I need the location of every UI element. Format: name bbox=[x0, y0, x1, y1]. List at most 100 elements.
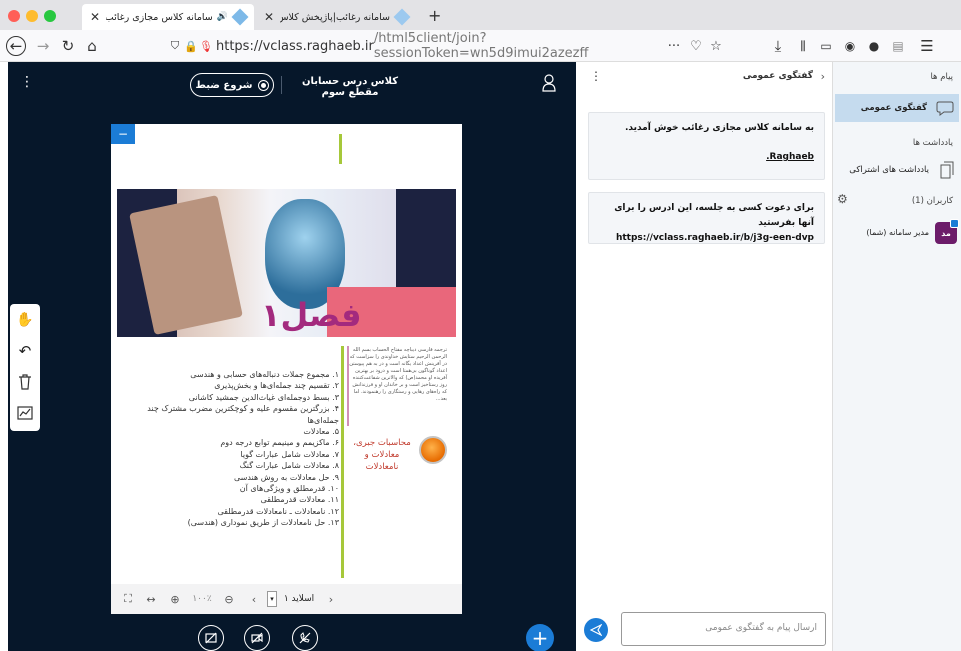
chat-options-icon[interactable]: ⋮ bbox=[590, 69, 602, 83]
zoom-in-button[interactable]: ⊕ bbox=[163, 593, 187, 606]
lock-icon[interactable]: 🔒 bbox=[184, 36, 198, 56]
presenter-badge bbox=[950, 219, 959, 228]
close-tab-icon[interactable]: ✕ bbox=[264, 10, 274, 24]
list-item: ۴. بزرگترین مقسوم علیه و کوچکترین مضرب م… bbox=[147, 404, 339, 425]
divider-line bbox=[341, 346, 344, 578]
hand-tool-icon[interactable]: ✋ bbox=[15, 310, 35, 330]
audio-icon[interactable]: 🔊 bbox=[217, 12, 228, 22]
tab-active[interactable]: 🔊 سامانه کلاس مجازی رغائب - کلاس ✕ bbox=[82, 4, 254, 30]
prev-slide-icon[interactable]: ‹ bbox=[241, 593, 267, 606]
url-path: /html5client/join?sessionToken=wn5d9imui… bbox=[373, 31, 589, 61]
close-window-button[interactable] bbox=[8, 10, 20, 22]
chapter-title: فصل۱ bbox=[261, 296, 362, 334]
record-icon bbox=[257, 79, 269, 91]
list-item: ۱۰. قدرمطلق و ویژگی‌های آن bbox=[239, 484, 339, 494]
multi-user-whiteboard-icon[interactable] bbox=[15, 403, 35, 423]
next-slide-icon[interactable]: › bbox=[321, 593, 341, 606]
messages-heading: پیام ها bbox=[930, 72, 953, 82]
minimize-window-button[interactable] bbox=[26, 10, 38, 22]
welcome-text: به سامانه کلاس مجازی رغائب خوش آمدید. bbox=[624, 123, 814, 133]
sidebar-toggle-icon[interactable]: ▭ bbox=[818, 36, 834, 56]
options-icon[interactable]: ⋮ bbox=[20, 74, 34, 90]
list-item: ۳. بسط دوجمله‌ای غیاث‌الدین جمشید کاشانی bbox=[188, 392, 339, 402]
browser-window: 🔊 سامانه کلاس مجازی رغائب - کلاس ✕ سامان… bbox=[0, 0, 961, 651]
back-icon[interactable]: ← bbox=[6, 36, 26, 56]
slide-number[interactable]: اسلاید ۱ bbox=[277, 594, 321, 604]
zoom-level: ۱۰۰٪ bbox=[192, 594, 212, 604]
avatar-initials: مد bbox=[941, 228, 951, 238]
tab-inactive[interactable]: سامانه رغائب|پاژپخش کلاس ✕ bbox=[256, 4, 416, 30]
user-name[interactable]: مدیر سامانه (شما) bbox=[866, 228, 929, 237]
record-button[interactable]: شروع ضبط bbox=[190, 73, 274, 97]
list-item: ۵. معادلات bbox=[303, 427, 339, 437]
new-tab-button[interactable]: + bbox=[428, 6, 441, 25]
list-item: ۲. تقسیم چند جمله‌ای‌ها و بخش‌پذیری bbox=[214, 381, 339, 391]
account-icon[interactable]: ● bbox=[866, 36, 882, 56]
page-actions-icon[interactable]: ··· bbox=[664, 36, 684, 56]
send-message-button[interactable] bbox=[584, 618, 608, 642]
maximize-window-button[interactable] bbox=[44, 10, 56, 22]
microphone-icon[interactable]: 🎙 bbox=[199, 36, 213, 56]
chat-message-invite: برای دعوت کسی به جلسه، این ادرس را برای … bbox=[588, 192, 825, 244]
slide-intro-text: ترجمه فارسی دیباچه مفتاح الحساب بسم الله… bbox=[349, 347, 447, 402]
zoom-out-button[interactable]: ⊖ bbox=[217, 593, 241, 606]
bookmark-star-icon[interactable]: ☆ bbox=[708, 36, 724, 56]
avatar: مد bbox=[935, 219, 959, 244]
fit-width-icon[interactable]: ↔ bbox=[139, 593, 163, 606]
decor-line bbox=[339, 134, 342, 164]
presentation-header: ⋮ شروع ضبط کلاس درس حسابان مقطع سوم bbox=[8, 62, 576, 106]
chat-title: گفتگوی عمومی bbox=[742, 71, 813, 81]
library-icon[interactable]: ⫼ bbox=[795, 36, 811, 56]
list-item: ۱۲. نامعادلات ـ نامعادلات قدرمطلقی bbox=[217, 506, 339, 516]
users-heading: کاربران (1) bbox=[911, 196, 953, 206]
reader-icon[interactable]: ▤ bbox=[890, 36, 906, 56]
nav-bar: ← → ↻ ⌂ ⛉ 🔒 🎙 https://vclass.raghaeb.ir /… bbox=[0, 30, 961, 62]
trash-icon[interactable] bbox=[15, 372, 35, 392]
meeting-title: کلاس درس حسابان مقطع سوم bbox=[301, 76, 399, 98]
list-item: ۱۱. معادلات قدرمطلقی bbox=[260, 495, 339, 505]
chat-header: ‹ گفتگوی عمومی ⋮ bbox=[576, 62, 833, 92]
hide-chat-icon[interactable]: ‹ bbox=[821, 70, 825, 83]
pocket-icon[interactable]: ♡ bbox=[688, 36, 704, 56]
shared-notes-label: یادداشت های اشتراکی bbox=[849, 165, 929, 175]
actions-button[interactable]: + bbox=[526, 624, 554, 651]
shield-icon[interactable]: ⛉ bbox=[168, 36, 182, 56]
forward-icon[interactable]: → bbox=[33, 36, 53, 56]
sidebar-item-public-chat[interactable]: گفتگوی عمومی bbox=[835, 94, 959, 122]
invite-link[interactable]: https://vclass.raghaeb.ir/b/j3g-een-dvp bbox=[599, 231, 814, 246]
list-item: ۹. حل معادلات به روش هندسی bbox=[233, 472, 339, 482]
sidebar-item-shared-notes[interactable]: یادداشت های اشتراکی bbox=[833, 156, 961, 184]
invite-text: برای دعوت کسی به جلسه، این ادرس را برای … bbox=[614, 203, 814, 228]
notes-heading: یادداشت ها bbox=[912, 138, 953, 148]
welcome-link[interactable]: Raghaeb. bbox=[599, 150, 814, 165]
reload-icon[interactable]: ↻ bbox=[58, 36, 78, 56]
slide-subtitle: محاسبات جبری، معادلات و نامعادلات bbox=[353, 438, 411, 472]
presentation-area: ⋮ شروع ضبط کلاس درس حسابان مقطع سوم − فص… bbox=[8, 62, 576, 651]
url-bar[interactable]: https://vclass.raghaeb.ir/html5client/jo… bbox=[216, 31, 646, 61]
url-host: https://vclass.raghaeb.ir bbox=[216, 38, 374, 54]
home-icon[interactable]: ⌂ bbox=[82, 36, 102, 56]
slide-select[interactable]: ▾ bbox=[267, 591, 277, 607]
header-separator bbox=[281, 76, 282, 94]
sun-icon bbox=[419, 436, 447, 464]
join-audio-button[interactable] bbox=[292, 625, 318, 651]
extension-icon[interactable]: ◉ bbox=[842, 36, 858, 56]
share-webcam-button[interactable] bbox=[244, 625, 270, 651]
undo-icon[interactable]: ↶ bbox=[15, 341, 35, 361]
chat-panel: ‹ گفتگوی عمومی ⋮ به سامانه کلاس مجازی رغ… bbox=[576, 62, 833, 651]
close-tab-icon[interactable]: ✕ bbox=[90, 10, 100, 24]
chat-message-welcome: به سامانه کلاس مجازی رغائب خوش آمدید. Ra… bbox=[588, 112, 825, 180]
notes-icon bbox=[937, 160, 957, 180]
list-item: ۶. ماکزیمم و مینیمم توابع درجه دوم bbox=[220, 438, 339, 448]
users-settings-icon[interactable]: ⚙ bbox=[837, 192, 848, 206]
menu-icon[interactable]: ☰ bbox=[918, 36, 936, 56]
fullscreen-icon[interactable]: ⛶ bbox=[117, 592, 139, 606]
slide-toolbar: ⛶ ↔ ⊕ ۱۰۰٪ ⊖ ‹ ▾ اسلاید ۱ › bbox=[111, 584, 462, 614]
user-icon[interactable] bbox=[542, 74, 556, 92]
presentation-slide: − فصل۱ ترجمه فارسی دیباچه مفتاح الحساب ب… bbox=[111, 124, 462, 614]
downloads-icon[interactable]: ⤓ bbox=[770, 36, 786, 56]
share-screen-button[interactable] bbox=[198, 625, 224, 651]
minimize-presentation-button[interactable]: − bbox=[111, 124, 135, 144]
chat-message-input[interactable]: ارسال پیام به گفتگوی عمومی bbox=[621, 612, 826, 646]
whiteboard-toolbar: ✋ ↶ bbox=[10, 304, 40, 431]
